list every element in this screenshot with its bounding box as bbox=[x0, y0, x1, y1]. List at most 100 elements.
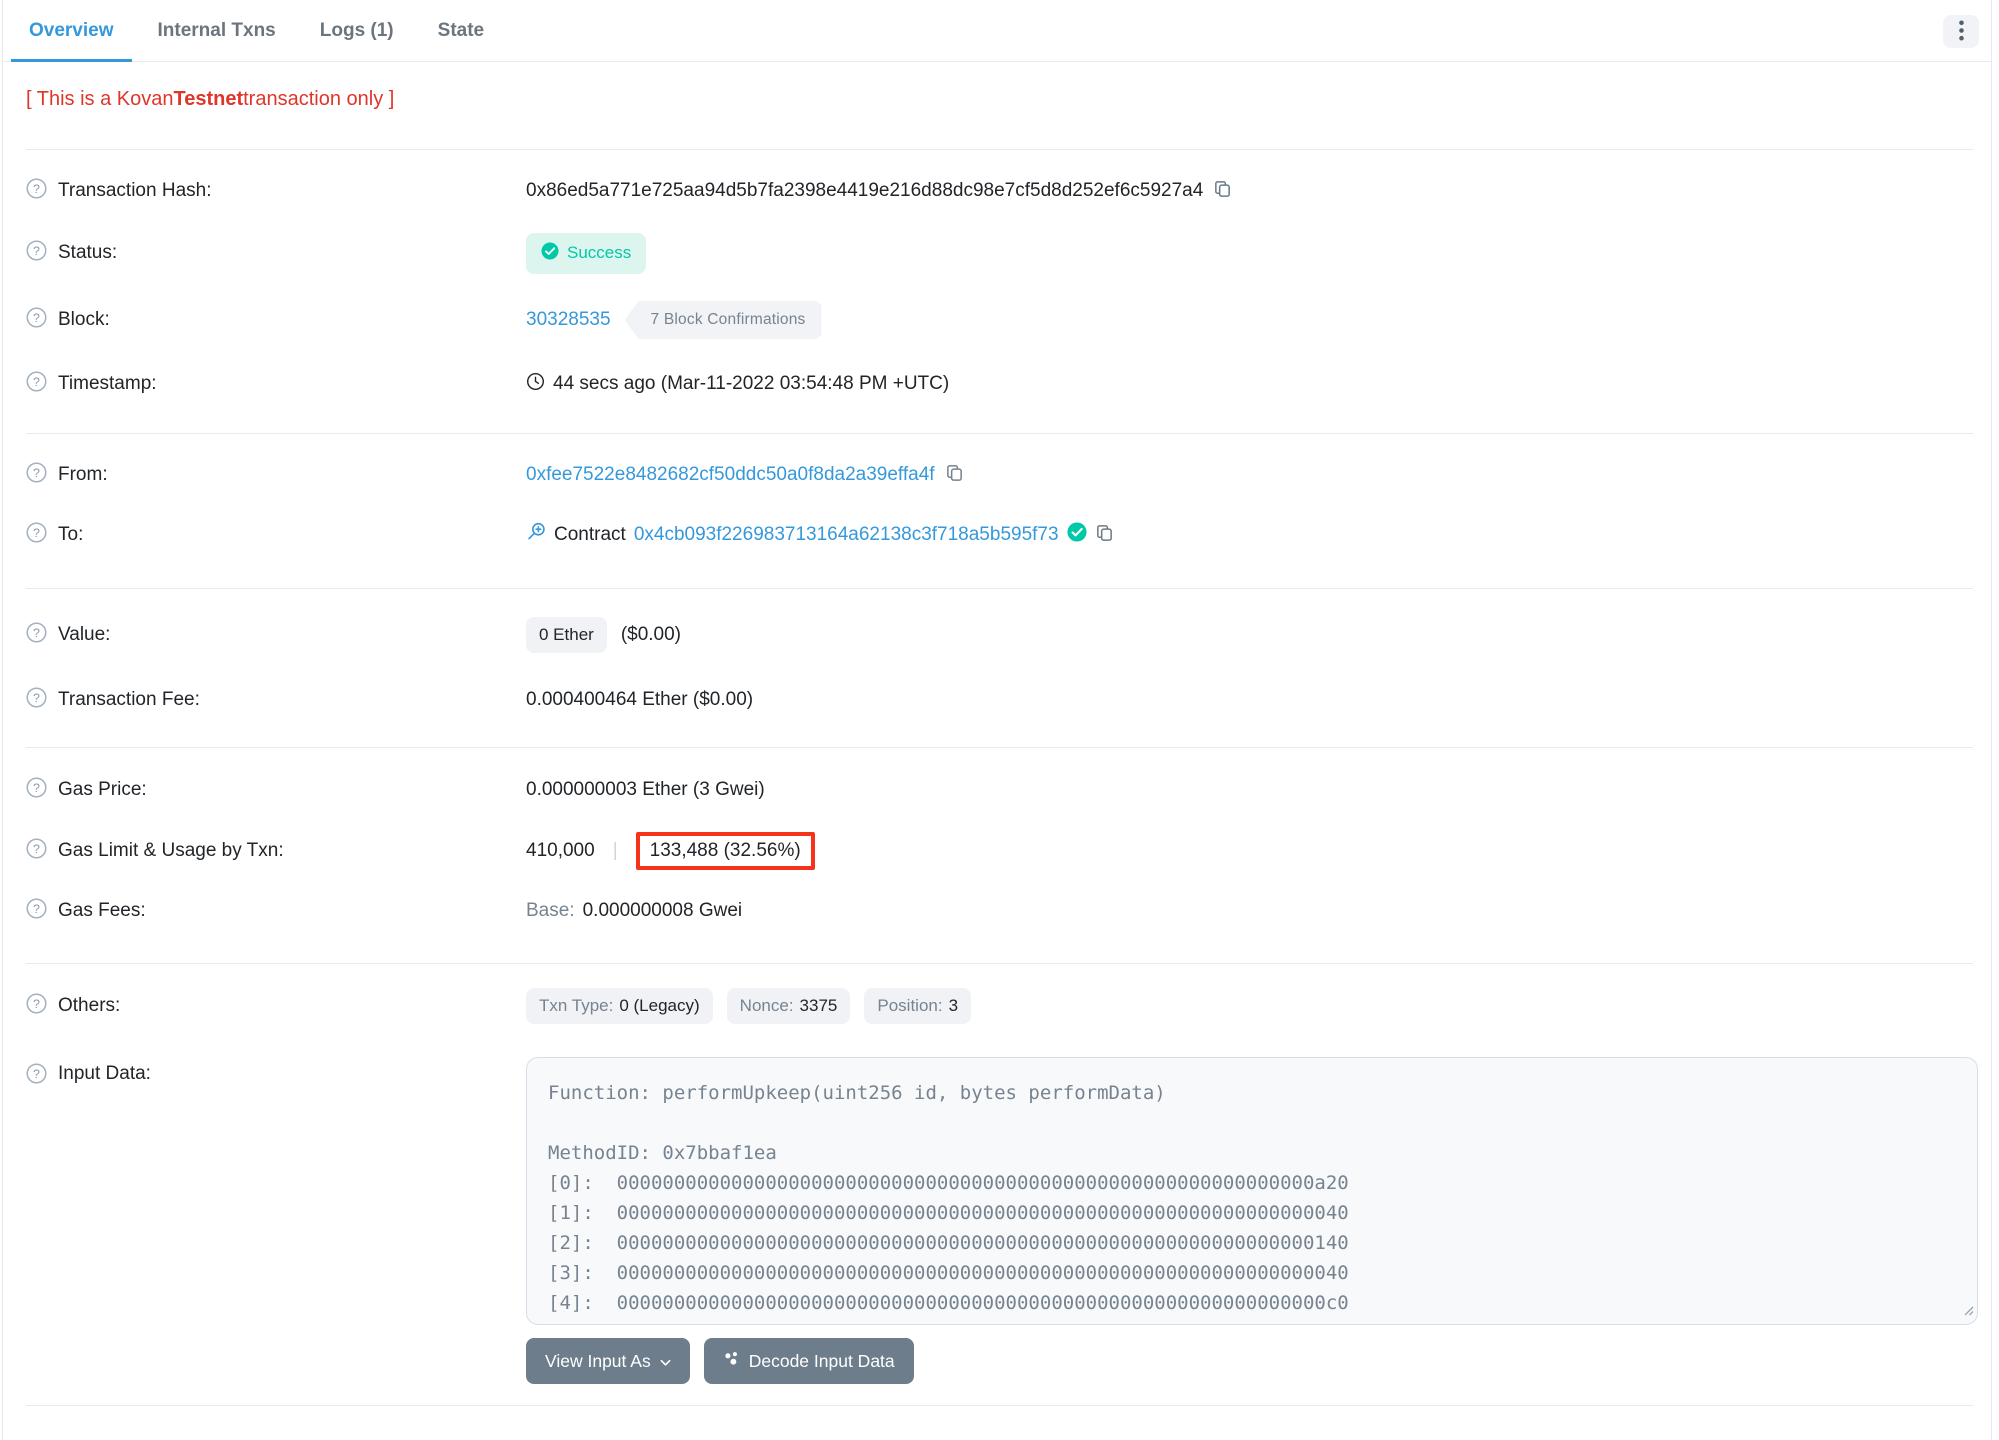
gas-fees-base-label: Base: bbox=[526, 900, 575, 921]
transaction-hash-value: 0x86ed5a771e725aa94d5b7fa2398e4419e216d8… bbox=[526, 180, 1204, 201]
svg-text:?: ? bbox=[33, 181, 40, 195]
to-row: ? To: Contract 0x4cb093f226983713164a621… bbox=[26, 518, 1978, 552]
from-row: ? From: 0xfee7522e8482682cf50ddc50a0f8da… bbox=[26, 461, 1978, 489]
transaction-details-page: Overview Internal Txns Logs (1) State [ … bbox=[0, 0, 1999, 1440]
transaction-fee-value: 0.000400464 Ether ($0.00) bbox=[526, 689, 754, 710]
help-icon[interactable]: ? bbox=[26, 1063, 47, 1090]
position-value: 3 bbox=[948, 996, 959, 1015]
txn-type-key: Txn Type: bbox=[539, 996, 614, 1015]
gas-fees-label: Gas Fees: bbox=[58, 900, 146, 921]
svg-text:?: ? bbox=[33, 525, 40, 539]
help-icon[interactable]: ? bbox=[26, 177, 47, 205]
section-divider bbox=[26, 963, 1973, 964]
from-address-link[interactable]: 0xfee7522e8482682cf50ddc50a0f8da2a39effa… bbox=[526, 464, 935, 486]
tab-state[interactable]: State bbox=[420, 0, 502, 62]
svg-text:?: ? bbox=[33, 690, 40, 704]
testnet-notice: [ This is a Kovan Testnet transaction on… bbox=[26, 85, 394, 113]
verified-check-icon bbox=[1067, 522, 1087, 548]
section-divider bbox=[26, 747, 1973, 748]
input-data-label: Input Data: bbox=[58, 1063, 151, 1084]
tab-overview[interactable]: Overview bbox=[11, 0, 132, 62]
section-divider bbox=[26, 149, 1973, 150]
input-data-actions: View Input As Decode Input Data bbox=[526, 1338, 914, 1384]
from-label: From: bbox=[58, 464, 108, 485]
gas-limit-separator: | bbox=[612, 840, 618, 861]
to-contract-text: Contract bbox=[554, 524, 626, 545]
svg-text:?: ? bbox=[33, 1067, 40, 1081]
position-key: Position: bbox=[877, 996, 943, 1015]
svg-text:?: ? bbox=[33, 243, 40, 257]
help-icon[interactable]: ? bbox=[26, 897, 47, 925]
to-address-link[interactable]: 0x4cb093f226983713164a62138c3f718a5b595f… bbox=[634, 524, 1059, 546]
value-label: Value: bbox=[58, 624, 111, 645]
help-icon[interactable]: ? bbox=[26, 306, 47, 334]
to-label: To: bbox=[58, 524, 84, 545]
kebab-menu-icon bbox=[1958, 20, 1964, 44]
status-badge-text: Success bbox=[567, 243, 632, 262]
nonce-key: Nonce: bbox=[739, 996, 794, 1015]
copy-icon[interactable] bbox=[945, 463, 964, 488]
help-icon[interactable]: ? bbox=[26, 239, 47, 267]
card-border-left bbox=[2, 0, 3, 1440]
help-icon[interactable]: ? bbox=[26, 461, 47, 489]
view-input-as-label: View Input As bbox=[545, 1350, 651, 1371]
nonce-value: 3375 bbox=[799, 996, 838, 1015]
section-divider bbox=[26, 1405, 1973, 1406]
gas-limit-usage-row: ? Gas Limit & Usage by Txn: 410,000 | 13… bbox=[26, 829, 1978, 873]
more-options-button[interactable] bbox=[1943, 15, 1979, 48]
value-row: ? Value: 0 Ether ($0.00) bbox=[26, 616, 1978, 654]
testnet-notice-emphasis: Testnet bbox=[173, 87, 244, 110]
input-data-content: Function: performUpkeep(uint256 id, byte… bbox=[548, 1082, 1349, 1324]
gas-usage-value-highlighted: 133,488 (32.56%) bbox=[635, 832, 815, 870]
help-icon[interactable]: ? bbox=[26, 621, 47, 649]
section-divider bbox=[26, 588, 1973, 589]
gas-fees-base-value: 0.000000008 Gwei bbox=[582, 900, 743, 921]
block-confirmations-badge: 7 Block Confirmations bbox=[624, 301, 822, 339]
block-number-link[interactable]: 30328535 bbox=[526, 309, 611, 331]
gas-fees-row: ? Gas Fees: Base: 0.000000008 Gwei bbox=[26, 897, 1978, 925]
view-input-as-button[interactable]: View Input As bbox=[526, 1338, 690, 1384]
input-data-box[interactable]: Function: performUpkeep(uint256 id, byte… bbox=[526, 1057, 1978, 1325]
copy-icon[interactable] bbox=[1095, 523, 1114, 548]
status-row: ? Status: Success bbox=[26, 232, 1978, 274]
check-circle-icon bbox=[541, 242, 559, 265]
svg-text:?: ? bbox=[33, 780, 40, 794]
card-border-right bbox=[1991, 0, 1992, 1440]
decode-input-data-button[interactable]: Decode Input Data bbox=[703, 1338, 914, 1384]
svg-text:?: ? bbox=[33, 996, 40, 1010]
svg-text:?: ? bbox=[33, 841, 40, 855]
help-icon[interactable]: ? bbox=[26, 370, 47, 398]
status-badge: Success bbox=[526, 232, 647, 274]
help-icon[interactable]: ? bbox=[26, 521, 47, 549]
timestamp-value: 44 secs ago (Mar-11-2022 03:54:48 PM +UT… bbox=[553, 373, 950, 394]
help-icon[interactable]: ? bbox=[26, 992, 47, 1020]
svg-text:?: ? bbox=[33, 310, 40, 324]
resize-handle-icon[interactable] bbox=[1960, 1302, 1974, 1321]
decode-icon bbox=[723, 1350, 740, 1372]
svg-text:?: ? bbox=[33, 465, 40, 479]
copy-icon[interactable] bbox=[1213, 179, 1232, 204]
svg-text:?: ? bbox=[33, 374, 40, 388]
help-icon[interactable]: ? bbox=[26, 776, 47, 804]
tab-bar: Overview Internal Txns Logs (1) State bbox=[3, 0, 1991, 62]
transaction-hash-label: Transaction Hash: bbox=[58, 180, 212, 201]
help-icon[interactable]: ? bbox=[26, 837, 47, 865]
transaction-fee-row: ? Transaction Fee: 0.000400464 Ether ($0… bbox=[26, 686, 1978, 714]
clock-icon bbox=[526, 372, 545, 397]
svg-text:?: ? bbox=[33, 625, 40, 639]
zoom-in-icon[interactable] bbox=[526, 522, 546, 548]
position-badge: Position: 3 bbox=[864, 988, 972, 1024]
tab-logs[interactable]: Logs (1) bbox=[302, 0, 412, 62]
tab-internal-txns[interactable]: Internal Txns bbox=[140, 0, 294, 62]
value-usd: ($0.00) bbox=[620, 624, 682, 645]
timestamp-row: ? Timestamp: 44 secs ago (Mar-11-2022 03… bbox=[26, 370, 1978, 398]
help-icon[interactable]: ? bbox=[26, 686, 47, 714]
block-label: Block: bbox=[58, 309, 110, 330]
nonce-badge: Nonce: 3375 bbox=[726, 988, 851, 1024]
gas-price-value: 0.000000003 Ether (3 Gwei) bbox=[526, 779, 765, 800]
testnet-notice-prefix: [ This is a Kovan bbox=[26, 87, 174, 110]
ether-value-badge: 0 Ether bbox=[526, 617, 607, 653]
block-row: ? Block: 30328535 7 Block Confirmations bbox=[26, 301, 1978, 339]
testnet-notice-suffix: transaction only ] bbox=[243, 87, 395, 110]
timestamp-label: Timestamp: bbox=[58, 373, 157, 394]
